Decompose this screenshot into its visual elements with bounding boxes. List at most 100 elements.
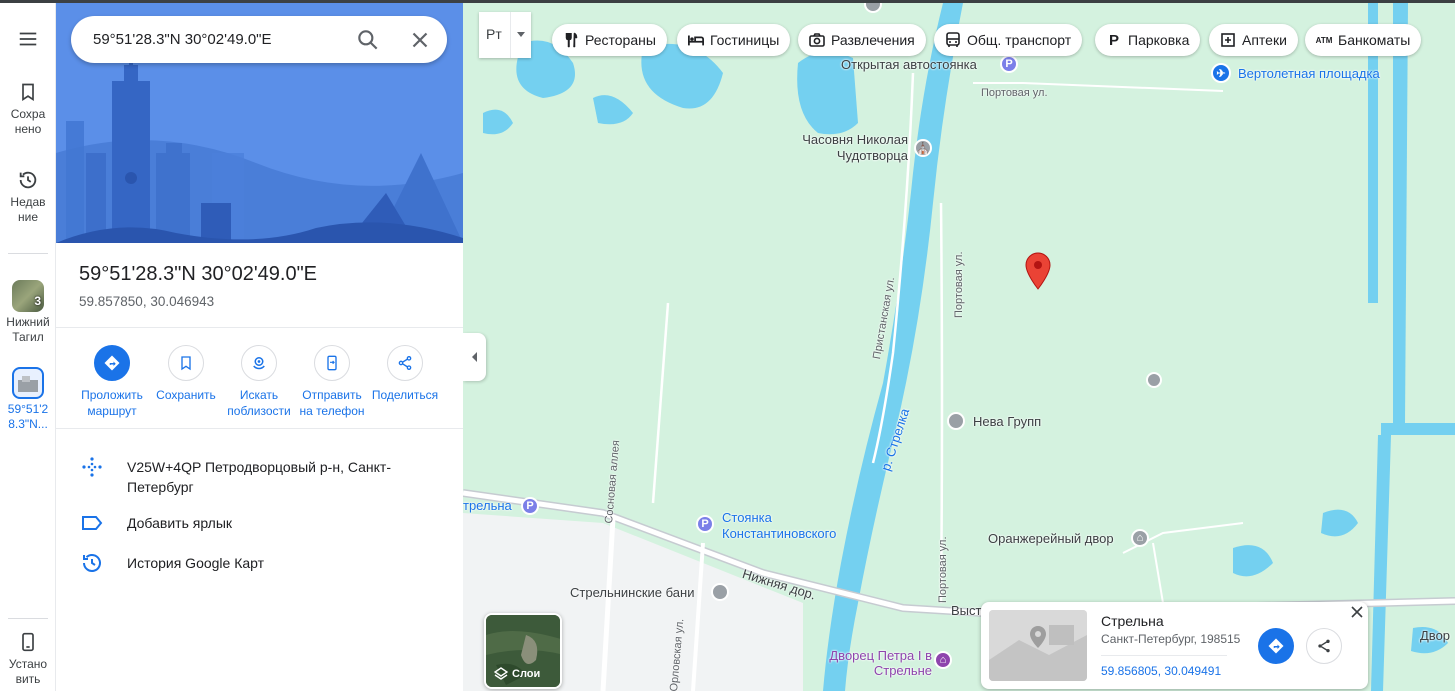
place-panel: 59°51'28.3"N 30°02'49.0"E 59.857850, 30.… [56,3,463,691]
layers-icon [494,667,508,680]
map-label-vyst: Выст [951,603,982,618]
recent-thumbnail: 3 [12,280,44,312]
recent-badge: 3 [34,294,41,308]
install-app-button[interactable]: Установить [0,631,56,687]
label-icon [80,511,104,535]
map-label-konst-parking[interactable]: Стоянка Константиновского [722,510,862,542]
atm-icon: ATM [1315,35,1333,45]
bed-icon [688,32,704,48]
save-label: Сохранить [156,388,216,402]
saved-button[interactable]: Сохранено [0,81,56,137]
map-label-orangery[interactable]: Оранжерейный двор [988,531,1114,546]
search-button[interactable] [355,27,381,53]
chip-transit[interactable]: Общ. транспорт [934,24,1083,56]
chip-entertainment[interactable]: Развлечения [798,24,926,56]
bookmark-icon [181,356,191,371]
chip-atms[interactable]: ATM Банкоматы [1305,24,1422,56]
palace-poi-icon[interactable]: ⌂ [934,651,952,669]
left-rail: Сохранено Недавние 3 Нижний Тагил 59°51'… [0,3,56,691]
place-card-coords[interactable]: 59.856805, 30.049491 [1101,664,1221,678]
transit-label: Рт [486,26,502,42]
plus-code-icon [80,455,104,479]
helipad-poi-icon[interactable]: ✈ [1211,63,1231,83]
chevron-down-icon [517,32,525,37]
maps-history-row[interactable]: История Google Карт [56,551,463,575]
search-input[interactable] [93,28,343,50]
chip-parking[interactable]: P Парковка [1095,24,1201,56]
place-card[interactable]: Стрельна Санкт-Петербург, 198515 59.8568… [981,602,1368,689]
send-circle [314,345,350,381]
camera-icon [809,32,825,48]
museum-poi-icon[interactable]: ⌂ [1131,529,1149,547]
nearby-button[interactable]: Искать поблизости [221,345,297,419]
rail-divider-bottom [8,618,48,619]
divider [56,327,463,328]
chip-label: Гостиницы [710,32,780,48]
card-close-button[interactable] [1349,606,1365,622]
menu-button[interactable] [0,28,56,54]
parking-poi-icon[interactable]: P [1000,55,1018,73]
plus-code-text: V25W+4QP Петродворцовый р-н, Санкт-Петер… [127,459,391,495]
place-coordinates: 59.857850, 30.046943 [79,294,215,309]
fork-knife-icon [563,32,579,48]
maps-history-text: История Google Карт [127,555,265,571]
card-share-button[interactable] [1306,628,1342,664]
company-poi-icon[interactable] [947,412,965,430]
street-label-portovaya-low: Портовая ул. [937,536,949,603]
directions-button[interactable]: Проложить маршрут [74,345,150,419]
map-label-chapel[interactable]: Часовня Николая Чудотворца [788,132,908,164]
bookmark-icon [22,83,34,102]
transit-layer-button[interactable]: Рт [479,12,531,58]
generic-poi-icon[interactable] [1146,372,1162,388]
location-pin-icon[interactable] [1024,252,1052,290]
collapse-panel-button[interactable] [463,333,486,381]
send-to-phone-button[interactable]: Отправить на телефон [294,345,370,419]
chip-label: Развлечения [831,32,915,48]
place-card-subtitle: Санкт-Петербург, 198515 [1101,632,1241,646]
history-icon [80,551,104,575]
parking-poi-icon-2[interactable]: P [521,497,539,515]
recent-item-coords[interactable]: 59°51'28.3"N... [0,367,56,432]
map-label-helipad[interactable]: Вертолетная площадка [1238,66,1380,81]
place-card-image [989,610,1087,681]
layers-button[interactable]: Слои [484,613,562,689]
chevron-left-icon [471,352,477,362]
share-circle [387,345,423,381]
map-thumb-icon [18,376,38,392]
clear-search-button[interactable] [407,27,433,53]
recent-item-label: Нижний Тагил [6,315,50,344]
save-button[interactable]: Сохранить [148,345,224,403]
directions-icon [1268,638,1284,654]
add-label-text: Добавить ярлык [127,515,233,531]
share-button[interactable]: Поделиться [367,345,443,403]
map-canvas[interactable]: Открытая автостоянка P Портовая ул. ✈ Ве… [463,3,1455,691]
card-directions-button[interactable] [1258,628,1294,664]
chip-restaurants[interactable]: Рестораны [552,24,667,56]
map-label-bani[interactable]: Стрельнинские бани [570,585,694,600]
search-icon [358,30,378,50]
chip-hotels[interactable]: Гостиницы [677,24,791,56]
share-label: Поделиться [371,388,439,402]
phone-icon [22,632,34,652]
recent-button[interactable]: Недавние [0,169,56,225]
map-label-palace[interactable]: Дворец Петра I в Стрельне [828,648,932,678]
map-label-open-parking[interactable]: Открытая автостоянка [841,57,977,72]
church-poi-icon[interactable]: ⛪ [914,139,932,157]
recent-item-nizhny-tagil[interactable]: 3 Нижний Тагил [0,280,56,345]
street-label-portovaya-mid: Портовая ул. [953,251,965,318]
share-icon [1318,639,1330,653]
chip-label: Банкоматы [1338,32,1411,48]
map-label-neva-group[interactable]: Нева Групп [973,414,1041,429]
map-label-strelna-parking[interactable]: трельна [463,498,512,513]
bath-poi-icon[interactable] [711,583,729,601]
top-bar-line [0,0,1455,3]
directions-label: Проложить маршрут [81,388,143,418]
directions-circle [94,345,130,381]
recent-item-label-coords: 59°51'28.3"N... [7,402,49,431]
parking-poi-icon-3[interactable]: P [696,515,714,533]
add-label-row[interactable]: Добавить ярлык [56,511,463,535]
chip-pharmacies[interactable]: Аптеки [1209,24,1298,56]
plus-code-row[interactable]: V25W+4QP Петродворцовый р-н, Санкт-Петер… [56,455,463,495]
search-box [71,16,447,63]
action-bar: Проложить маршрут Сохранить Искать побли… [74,345,454,425]
